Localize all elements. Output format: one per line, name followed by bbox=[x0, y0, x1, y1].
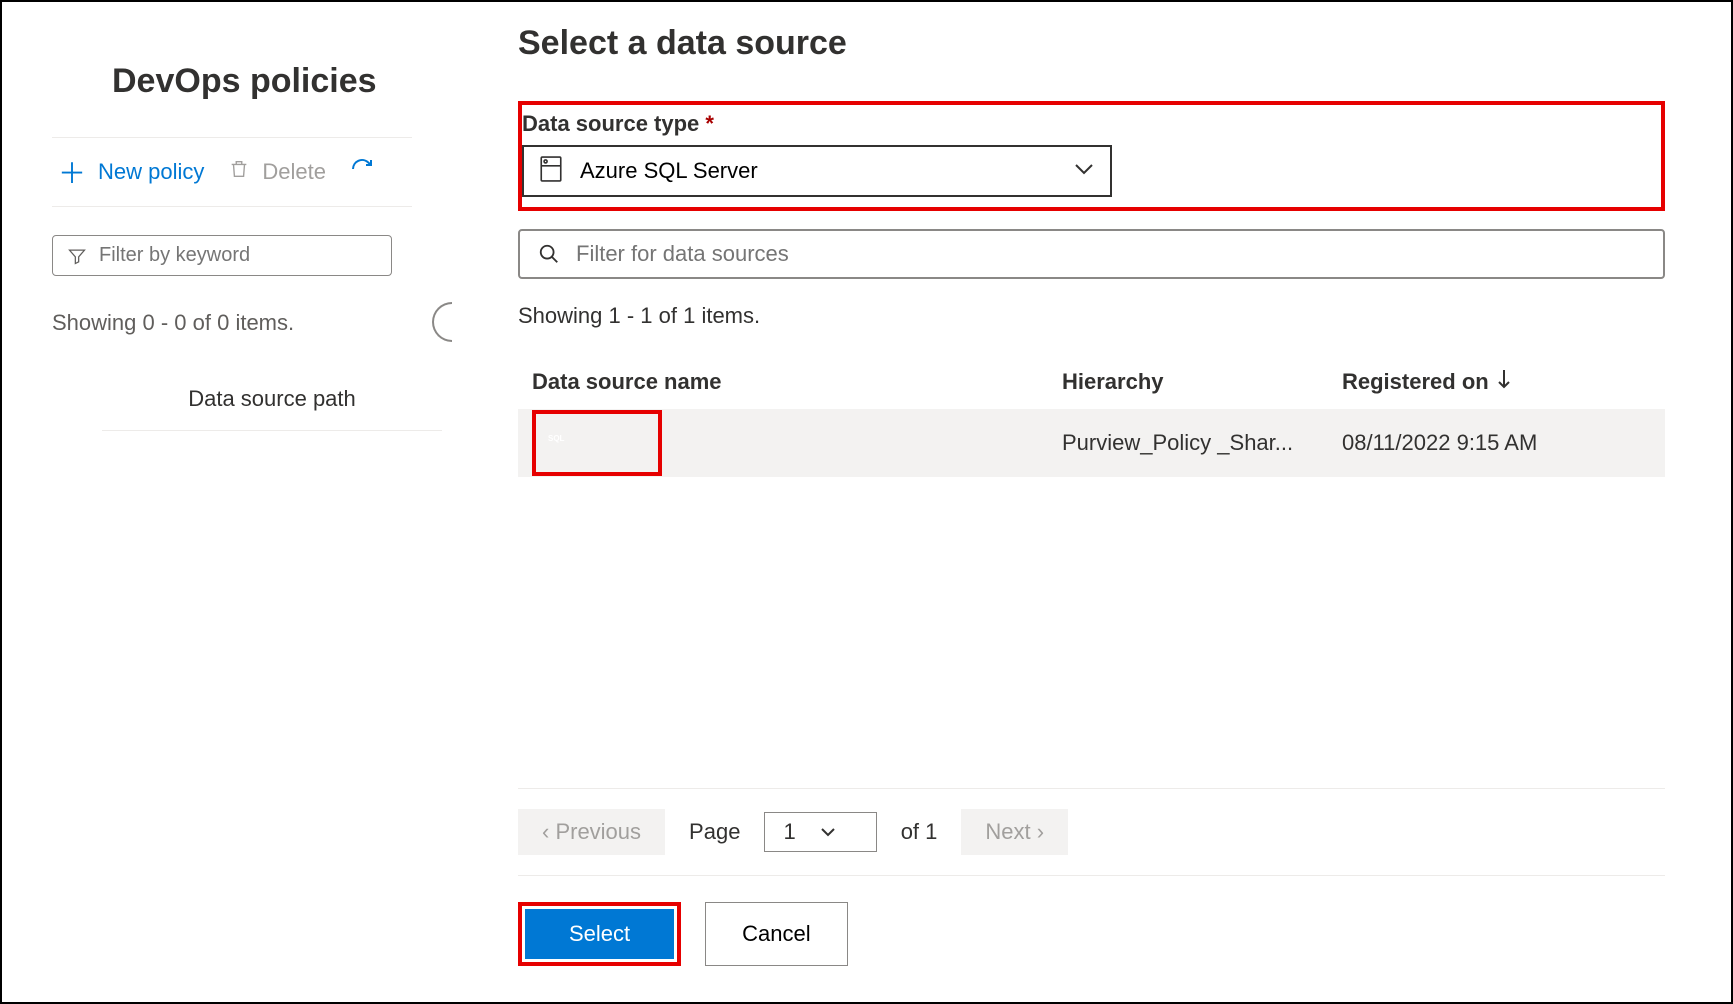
storage-icon bbox=[540, 156, 562, 187]
sort-down-icon bbox=[1497, 369, 1511, 395]
data-source-type-label: Data source type * bbox=[522, 111, 1651, 137]
search-icon bbox=[538, 243, 560, 265]
trash-icon bbox=[228, 157, 250, 187]
data-source-type-group: Data source type * Azure SQL Server bbox=[518, 101, 1665, 211]
toolbar: ＋ New policy Delete bbox=[52, 137, 412, 207]
left-pane: DevOps policies ＋ New policy Delete Show… bbox=[2, 2, 452, 1002]
page-select[interactable]: 1 bbox=[764, 812, 876, 852]
page-of-text: of 1 bbox=[901, 819, 938, 845]
data-source-type-value: Azure SQL Server bbox=[580, 158, 1056, 184]
refresh-icon bbox=[350, 157, 374, 188]
filter-data-sources-input[interactable] bbox=[518, 229, 1665, 279]
cancel-button[interactable]: Cancel bbox=[705, 902, 847, 966]
new-policy-button[interactable]: ＋ New policy bbox=[58, 152, 204, 192]
filter-icon bbox=[67, 246, 87, 266]
required-star: * bbox=[705, 111, 714, 136]
data-source-type-dropdown[interactable]: Azure SQL Server bbox=[522, 145, 1112, 197]
new-policy-label: New policy bbox=[98, 159, 204, 185]
table-row[interactable]: Purview_Policy _Shar... 08/11/2022 9:15 … bbox=[518, 409, 1665, 477]
column-header-registered[interactable]: Registered on bbox=[1342, 369, 1651, 395]
panel-title: Select a data source bbox=[518, 24, 1665, 63]
pagination: ‹ Previous Page 1 of 1 Next › bbox=[518, 788, 1665, 875]
plus-icon: ＋ bbox=[58, 152, 86, 192]
select-data-source-panel: Select a data source Data source type * … bbox=[452, 2, 1731, 1002]
hierarchy-cell: Purview_Policy _Shar... bbox=[1062, 430, 1342, 456]
page-title: DevOps policies bbox=[112, 62, 412, 101]
select-button[interactable]: Select bbox=[525, 909, 674, 959]
column-header-data-source-path[interactable]: Data source path bbox=[102, 386, 442, 431]
filter-keyword-input[interactable] bbox=[52, 235, 392, 276]
next-page-button[interactable]: Next › bbox=[961, 809, 1068, 855]
registered-cell: 08/11/2022 9:15 AM bbox=[1342, 430, 1651, 456]
column-header-name[interactable]: Data source name bbox=[532, 369, 1062, 395]
page-label: Page bbox=[689, 819, 740, 845]
filter-data-sources-field[interactable] bbox=[576, 241, 1645, 267]
filter-keyword-field[interactable] bbox=[99, 244, 377, 267]
left-result-count: Showing 0 - 0 of 0 items. bbox=[52, 310, 412, 336]
delete-button[interactable]: Delete bbox=[228, 157, 326, 187]
refresh-button[interactable] bbox=[350, 157, 374, 188]
select-button-wrap: Select bbox=[518, 902, 681, 966]
panel-footer: Select Cancel bbox=[518, 875, 1665, 1002]
previous-page-button[interactable]: ‹ Previous bbox=[518, 809, 665, 855]
column-header-hierarchy[interactable]: Hierarchy bbox=[1062, 369, 1342, 395]
chevron-down-icon bbox=[820, 827, 836, 837]
panel-result-count: Showing 1 - 1 of 1 items. bbox=[518, 303, 1665, 329]
chevron-down-icon bbox=[1074, 162, 1094, 180]
table-header: Data source name Hierarchy Registered on bbox=[518, 369, 1665, 409]
data-source-table: Data source name Hierarchy Registered on… bbox=[518, 369, 1665, 477]
delete-label: Delete bbox=[262, 159, 326, 185]
data-source-name-cell bbox=[532, 410, 662, 476]
